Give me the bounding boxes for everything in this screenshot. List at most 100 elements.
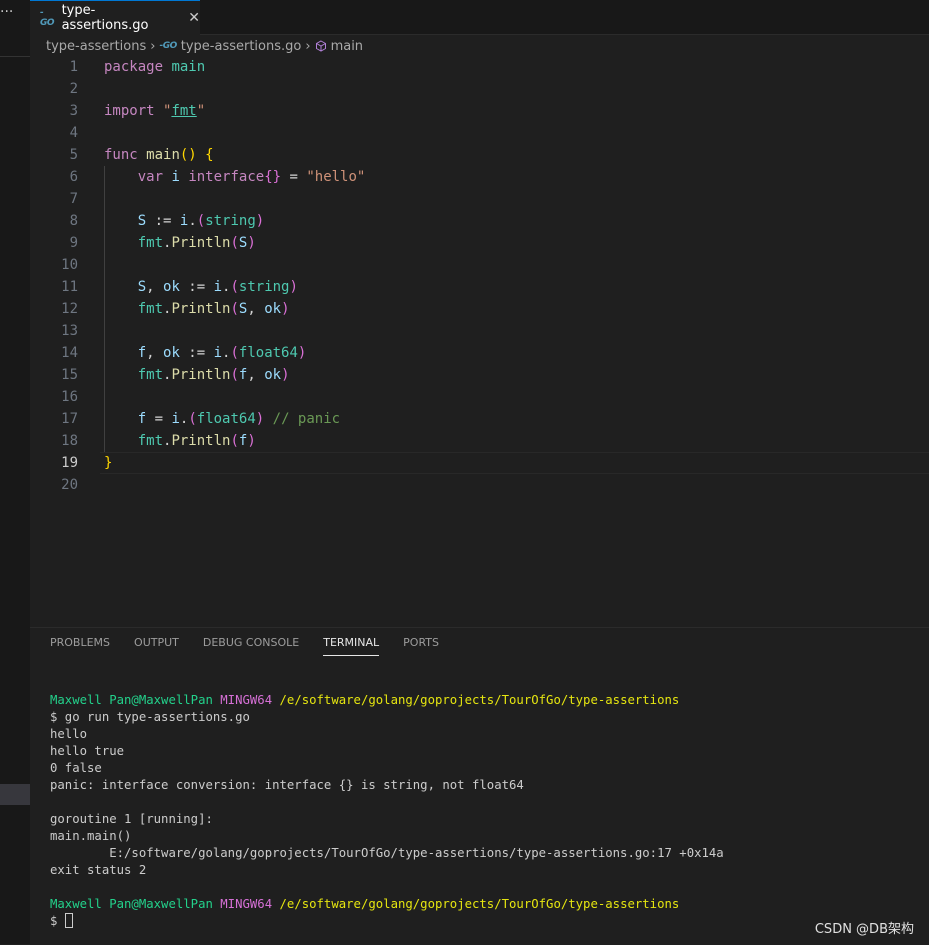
line-number: 4 — [69, 125, 78, 141]
code-token: fmt — [171, 103, 197, 119]
code-token: main — [171, 59, 206, 75]
line-number: 8 — [69, 213, 78, 229]
selected-item-highlight[interactable] — [0, 784, 30, 805]
terminal-line: Maxwell Pan@MaxwellPan MINGW64 /e/softwa… — [50, 896, 920, 913]
terminal-token: hello true — [50, 744, 125, 758]
bottom-panel: PROBLEMS OUTPUT DEBUG CONSOLE TERMINAL P… — [30, 627, 929, 945]
code-token: Println — [171, 433, 231, 449]
code-token: main — [146, 147, 180, 163]
code-token: var — [137, 169, 164, 185]
go-file-icon: -GO — [159, 41, 177, 51]
line-number: 5 — [69, 147, 78, 163]
code-line[interactable]: 10 — [30, 254, 929, 276]
code-line[interactable]: 9 fmt.Println(S) — [30, 232, 929, 254]
tab-debug-console[interactable]: DEBUG CONSOLE — [203, 636, 299, 656]
code-line[interactable]: 4 — [30, 122, 929, 144]
activity-strip: ··· — [0, 0, 30, 944]
code-line[interactable]: 20 — [30, 474, 929, 496]
code-token: ( — [230, 345, 239, 361]
divider — [0, 56, 30, 57]
tab-type-assertions-go[interactable]: -GO type-assertions.go ✕ — [30, 0, 200, 35]
code-token: Println — [171, 235, 231, 251]
code-token: ) — [289, 279, 298, 295]
terminal-prompt-line[interactable]: $ — [50, 913, 920, 930]
code-line[interactable]: 1 package main — [30, 56, 929, 78]
code-line[interactable]: 6 var i interface{} = "hello" — [30, 166, 929, 188]
terminal-line: E:/software/golang/goprojects/TourOfGo/t… — [50, 845, 920, 862]
code-text: fmt.Println(f, ok) — [104, 364, 290, 386]
code-token: , — [247, 301, 265, 317]
terminal-output[interactable]: Maxwell Pan@MaxwellPan MINGW64 /e/softwa… — [50, 692, 920, 930]
line-number: 1 — [69, 59, 78, 75]
code-token: ( — [230, 367, 239, 383]
tab-problems[interactable]: PROBLEMS — [50, 636, 110, 656]
code-token: := — [179, 345, 214, 361]
terminal-line: 0 false — [50, 760, 920, 777]
terminal-token: Maxwell Pan@MaxwellPan — [50, 693, 213, 707]
code-line[interactable]: 8 S := i.(string) — [30, 210, 929, 232]
terminal-line: $ go run type-assertions.go — [50, 709, 920, 726]
breadcrumb-folder[interactable]: type-assertions — [46, 39, 146, 54]
code-editor[interactable]: 1 package main 2 3 import "fmt" 4 5 func main()… — [30, 56, 929, 628]
editor-tab-bar: -GO type-assertions.go ✕ — [30, 0, 929, 35]
code-text: func main() { — [104, 144, 214, 166]
code-line[interactable]: 11 S, ok := i.(string) — [30, 276, 929, 298]
tab-title: type-assertions.go — [61, 3, 149, 33]
more-actions-icon[interactable]: ··· — [0, 4, 16, 20]
line-number: 2 — [69, 81, 78, 97]
panel-tabs: PROBLEMS OUTPUT DEBUG CONSOLE TERMINAL P… — [50, 636, 439, 656]
tab-ports[interactable]: PORTS — [403, 636, 439, 656]
code-token: { — [205, 147, 214, 163]
terminal-token: Maxwell Pan@MaxwellPan — [50, 897, 213, 911]
breadcrumb-symbol[interactable]: main — [331, 39, 363, 54]
code-token: , — [146, 345, 164, 361]
code-line[interactable]: 16 — [30, 386, 929, 408]
code-line[interactable]: 15 fmt.Println(f, ok) — [30, 364, 929, 386]
code-line[interactable]: 13 — [30, 320, 929, 342]
code-token: Println — [171, 301, 231, 317]
line-number: 11 — [61, 279, 78, 295]
code-token: S — [137, 213, 147, 229]
close-icon[interactable]: ✕ — [188, 10, 200, 26]
code-text: var i interface{} = "hello" — [104, 166, 366, 188]
code-line[interactable]: 3 import "fmt" — [30, 100, 929, 122]
code-text: fmt.Println(S, ok) — [104, 298, 290, 320]
code-token: i — [213, 279, 223, 295]
tab-output[interactable]: OUTPUT — [134, 636, 179, 656]
go-file-icon: -GO — [40, 8, 55, 28]
terminal-line: main.main() — [50, 828, 920, 845]
code-token: , — [247, 367, 265, 383]
tab-terminal[interactable]: TERMINAL — [323, 636, 380, 656]
code-token: ( — [230, 279, 239, 295]
code-token: := — [179, 279, 214, 295]
line-number: 9 — [69, 235, 78, 251]
code-line[interactable]: 19} — [30, 452, 929, 474]
code-token: float64 — [196, 411, 256, 427]
code-line[interactable]: 18 fmt.Println(f) — [30, 430, 929, 452]
code-text: S, ok := i.(string) — [104, 276, 298, 298]
code-token: ok — [264, 367, 282, 383]
code-line[interactable]: 7 — [30, 188, 929, 210]
code-line[interactable]: 2 — [30, 78, 929, 100]
code-line[interactable]: 5 func main() { — [30, 144, 929, 166]
code-token: ok — [163, 279, 180, 295]
line-number: 6 — [69, 169, 78, 185]
code-token: ) — [281, 301, 290, 317]
code-line[interactable]: 12 fmt.Println(S, ok) — [30, 298, 929, 320]
code-line[interactable]: 14 f, ok := i.(float64) — [30, 342, 929, 364]
breadcrumb-file[interactable]: type-assertions.go — [181, 39, 302, 54]
code-line[interactable]: 17 f = i.(float64) // panic — [30, 408, 929, 430]
code-token: ) — [255, 213, 265, 229]
code-token: i — [171, 411, 180, 427]
terminal-token: MINGW64 — [220, 897, 273, 911]
code-token: string — [205, 213, 256, 229]
code-token: f — [137, 411, 147, 427]
line-number: 17 — [61, 411, 78, 427]
chevron-right-icon: › — [305, 38, 311, 54]
